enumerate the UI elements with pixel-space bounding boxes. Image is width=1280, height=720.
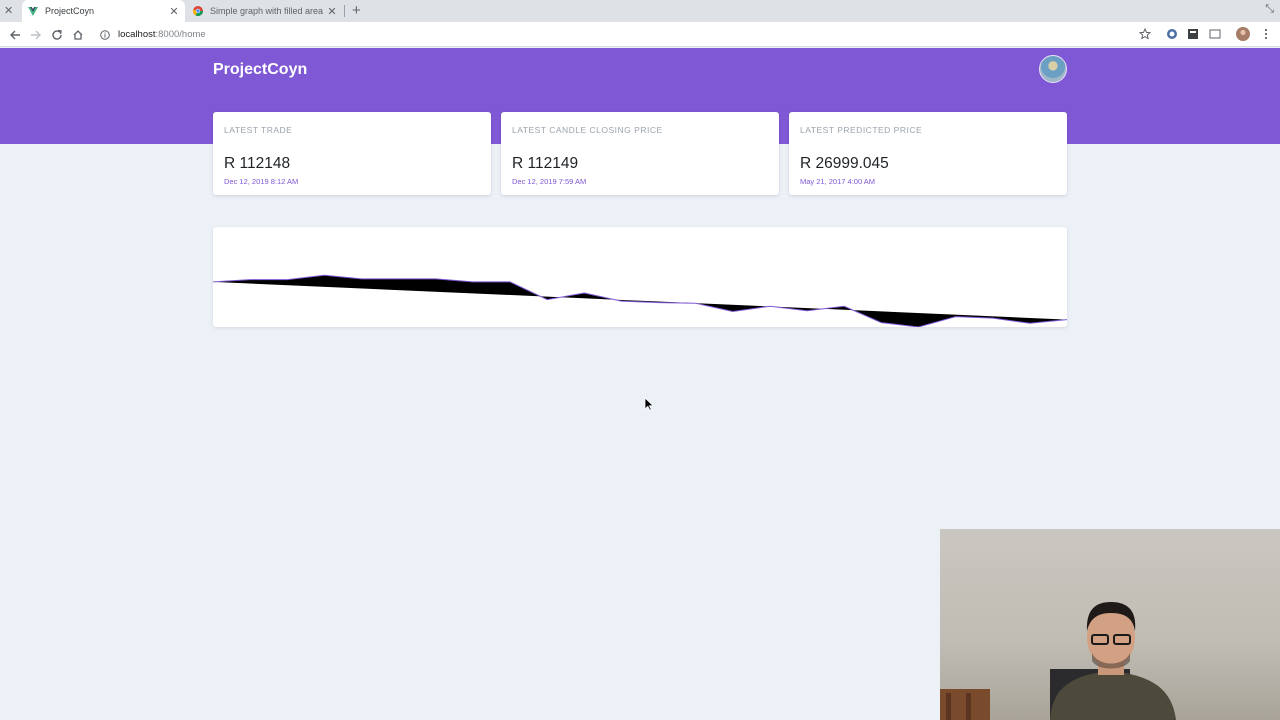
card-value: R 112149 [512,155,579,172]
info-icon[interactable] [98,29,112,40]
forward-arrow-icon[interactable] [28,27,44,43]
vue-logo-icon [28,6,38,16]
card-label: Latest Candle Closing Price [512,125,663,135]
user-avatar[interactable] [1039,55,1067,83]
tab-close-icon[interactable]: ✕ [325,5,339,18]
home-icon[interactable] [70,27,86,43]
card-value: R 26999.045 [800,155,889,172]
card-date: May 21, 2017 4:00 AM [800,177,876,186]
chart-filled-area [213,275,1067,327]
price-chart-card [213,227,1067,327]
menu-kebab-icon[interactable] [1259,27,1273,41]
cast-icon[interactable] [1208,27,1222,41]
webcam-overlay [940,529,1280,720]
profile-avatar-icon[interactable] [1236,27,1250,41]
card-label: Latest Trade [224,125,293,135]
bookmark-star-icon[interactable] [1138,27,1152,41]
card-label: Latest Predicted Price [800,125,923,135]
webcam-person-image [940,602,1176,720]
card-value: R 112148 [224,155,291,172]
tab-title: Simple graph with filled area in [210,6,325,16]
browser-toolbar: localhost:8000/home [0,22,1280,47]
chrome-icon [193,6,203,16]
url-path: :8000/home [155,29,206,40]
card-date: Dec 12, 2019 7:59 AM [512,177,587,186]
browser-tab-strip: ✕ ProjectCoyn ✕ Simple graph with filled… [0,0,1280,22]
address-bar[interactable]: localhost:8000/home [92,25,1162,44]
tab-separator [344,5,345,17]
tab-projectcoyn[interactable]: ProjectCoyn ✕ [22,0,185,22]
card-latest-trade: Latest Trade R 112148 Dec 12, 2019 8:12 … [213,112,491,195]
card-latest-candle-closing-price: Latest Candle Closing Price R 112149 Dec… [501,112,779,195]
restore-window-icon[interactable]: ⤡ [1265,3,1274,16]
reload-icon[interactable] [49,27,65,43]
card-latest-predicted-price: Latest Predicted Price R 26999.045 May 2… [789,112,1067,195]
close-icon[interactable]: ✕ [4,4,13,17]
mouse-cursor-icon [644,397,654,416]
back-arrow-icon[interactable] [7,27,23,43]
extension-circle-icon[interactable] [1165,27,1179,41]
url-host: localhost [118,29,156,40]
new-tab-plus-icon[interactable]: + [352,2,361,19]
tab-simple-graph[interactable]: Simple graph with filled area in ✕ [187,0,343,22]
extension-box-icon[interactable] [1186,27,1200,41]
tab-close-icon[interactable]: ✕ [167,5,181,18]
price-area-chart [213,274,1067,327]
brand-title[interactable]: ProjectCoyn [213,61,307,79]
tab-title: ProjectCoyn [45,6,95,16]
card-date: Dec 12, 2019 8:12 AM [224,177,299,186]
